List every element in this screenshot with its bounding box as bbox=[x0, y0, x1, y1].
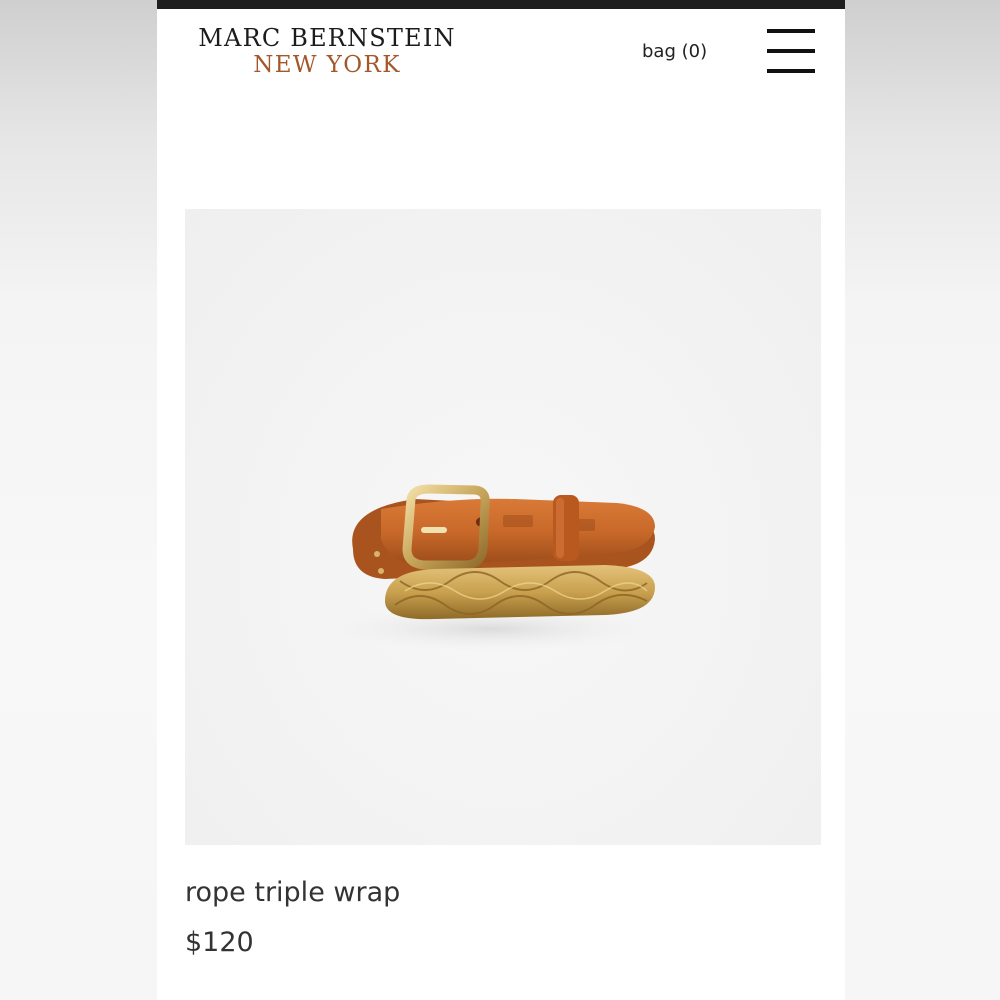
menu-button[interactable] bbox=[767, 29, 815, 75]
brand-logo[interactable]: MARC BERNSTEIN NEW YORK bbox=[197, 26, 457, 77]
brand-name: MARC BERNSTEIN bbox=[198, 24, 456, 52]
product-price: $120 bbox=[185, 927, 254, 958]
product-image[interactable] bbox=[185, 209, 821, 845]
top-bar bbox=[157, 0, 845, 9]
background-left bbox=[0, 0, 157, 1000]
shopping-bag-link[interactable]: bag (0) bbox=[642, 41, 707, 62]
product-title[interactable]: rope triple wrap bbox=[185, 877, 400, 908]
background-right bbox=[845, 0, 1000, 1000]
brand-location: NEW YORK bbox=[253, 52, 401, 78]
bracelet-photo bbox=[320, 484, 660, 651]
product-page: MARC BERNSTEIN NEW YORK bag (0) rope tri… bbox=[157, 0, 845, 1000]
